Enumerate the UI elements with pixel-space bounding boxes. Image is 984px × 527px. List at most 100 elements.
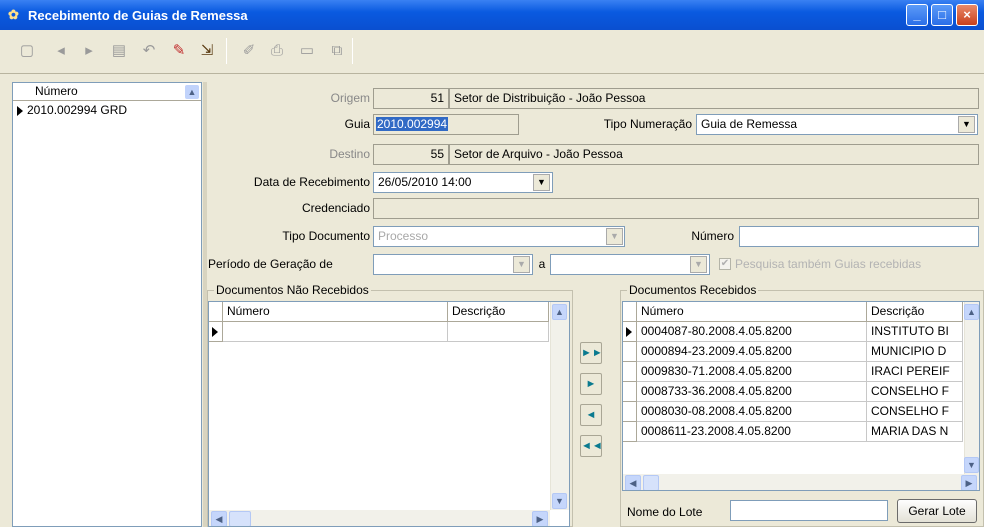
table-cell[interactable]: MUNICIPIO D: [867, 342, 963, 362]
row-indicator: [623, 342, 637, 362]
table-cell[interactable]: 0004087-80.2008.4.05.8200: [637, 322, 867, 342]
destino-label: Destino: [329, 147, 370, 161]
pesquisa-checkbox[interactable]: ✔: [719, 258, 731, 270]
table-cell[interactable]: CONSELHO F: [867, 402, 963, 422]
form-icon[interactable]: ▢: [16, 40, 38, 62]
scroll-thumb[interactable]: [643, 475, 659, 490]
scroll-up-icon[interactable]: ▲: [964, 304, 979, 320]
minimize-button[interactable]: _: [906, 4, 928, 26]
save-icon[interactable]: ▤: [108, 40, 130, 62]
current-row-icon: [17, 105, 23, 116]
clear-icon[interactable]: ✎: [168, 40, 190, 62]
table-cell[interactable]: 0000894-23.2009.4.05.8200: [637, 342, 867, 362]
table-cell[interactable]: CONSELHO F: [867, 382, 963, 402]
chevron-down-icon[interactable]: ▼: [690, 256, 707, 273]
nao-recebidos-grid[interactable]: Número Descrição ▲ ▼ ◀ ▶: [208, 301, 570, 527]
nome-lote-field[interactable]: [730, 500, 888, 521]
periodo-end-field[interactable]: [550, 254, 710, 275]
chevron-down-icon[interactable]: ▼: [533, 174, 550, 191]
vertical-scrollbar[interactable]: [964, 302, 979, 474]
preview-icon[interactable]: ▭: [296, 40, 318, 62]
guide-list-item-label: 2010.002994 GRD: [27, 103, 128, 117]
recebidos-title: Documentos Recebidos: [627, 283, 759, 297]
periodo-start-field[interactable]: [373, 254, 533, 275]
prev-icon[interactable]: ◂: [50, 40, 72, 62]
scroll-right-icon[interactable]: ▶: [961, 475, 977, 490]
current-row-icon: [623, 322, 637, 342]
guide-list[interactable]: Número ▲ 2010.002994 GRD: [12, 82, 202, 527]
row-indicator: [623, 422, 637, 442]
recebidos-grid[interactable]: Número Descrição 0004087-80.2008.4.05.82…: [622, 301, 980, 491]
guide-list-header[interactable]: Número: [13, 83, 201, 101]
toolbar-separator: [352, 38, 353, 64]
scroll-thumb[interactable]: [229, 511, 251, 526]
destino-name-field[interactable]: Setor de Arquivo - João Pessoa: [449, 144, 979, 165]
window-title: Recebimento de Guias de Remessa: [28, 7, 248, 23]
copy-icon[interactable]: ⧉: [326, 40, 348, 62]
origem-code-field[interactable]: 51: [373, 88, 449, 109]
table-cell[interactable]: 0009830-71.2008.4.05.8200: [637, 362, 867, 382]
row-indicator: [623, 362, 637, 382]
table-cell[interactable]: [223, 322, 448, 342]
recebidos-col-descricao[interactable]: Descrição: [867, 302, 963, 322]
app-icon: ✿: [8, 7, 19, 22]
nome-lote-label: Nome do Lote: [627, 505, 703, 519]
destino-code-field[interactable]: 55: [373, 144, 449, 165]
guia-field[interactable]: 2010.002994: [373, 114, 519, 135]
origem-label: Origem: [330, 91, 370, 105]
chevron-down-icon[interactable]: ▼: [606, 228, 623, 245]
maximize-button[interactable]: □: [931, 4, 953, 26]
scroll-left-icon[interactable]: ◀: [625, 475, 641, 490]
vertical-scrollbar[interactable]: [550, 302, 569, 510]
nao-recebidos-col-descricao[interactable]: Descrição: [448, 302, 549, 322]
data-recebimento-field[interactable]: 26/05/2010 14:00: [373, 172, 553, 193]
table-cell[interactable]: 0008733-36.2008.4.05.8200: [637, 382, 867, 402]
chevron-down-icon[interactable]: ▼: [958, 116, 975, 133]
horizontal-scrollbar[interactable]: [623, 474, 979, 490]
title-bar: ✿ Recebimento de Guias de Remessa: [0, 0, 984, 30]
close-button[interactable]: ×: [956, 4, 978, 26]
current-row-icon: [209, 322, 223, 342]
tipo-documento-select[interactable]: Processo: [373, 226, 625, 247]
scroll-up-icon[interactable]: ▲: [185, 85, 199, 99]
undo-icon[interactable]: ↶: [138, 40, 160, 62]
table-cell[interactable]: MARIA DAS N: [867, 422, 963, 442]
numero-field[interactable]: [739, 226, 979, 247]
gerar-lote-button[interactable]: Gerar Lote: [897, 499, 977, 523]
table-cell[interactable]: 0008030-08.2008.4.05.8200: [637, 402, 867, 422]
move-left-button[interactable]: ◄: [580, 404, 602, 426]
nao-recebidos-col-numero[interactable]: Número: [223, 302, 448, 322]
credenciado-field[interactable]: [373, 198, 979, 219]
move-right-button[interactable]: ►: [580, 373, 602, 395]
exit-icon[interactable]: ⇲: [196, 40, 218, 62]
table-cell[interactable]: IRACI PEREIF: [867, 362, 963, 382]
nao-recebidos-title: Documentos Não Recebidos: [214, 283, 371, 297]
tipo-documento-label: Tipo Documento: [282, 229, 370, 243]
periodo-a-label: a: [538, 257, 546, 271]
header-indicator: [623, 302, 637, 322]
row-indicator: [623, 382, 637, 402]
origem-name-field[interactable]: Setor de Distribuição - João Pessoa: [449, 88, 979, 109]
move-all-left-button[interactable]: ◄◄: [580, 435, 603, 457]
table-cell[interactable]: 0008611-23.2008.4.05.8200: [637, 422, 867, 442]
data-recebimento-label: Data de Recebimento: [253, 175, 370, 189]
scroll-down-icon[interactable]: ▼: [964, 457, 979, 473]
tipo-numeracao-select[interactable]: Guia de Remessa: [696, 114, 978, 135]
scroll-down-icon[interactable]: ▼: [552, 493, 567, 509]
periodo-label: Período de Geração de: [208, 257, 333, 271]
horizontal-scrollbar[interactable]: [209, 510, 550, 526]
scroll-left-icon[interactable]: ◀: [211, 511, 227, 526]
chevron-down-icon[interactable]: ▼: [513, 256, 530, 273]
guia-value: 2010.002994: [376, 117, 449, 131]
move-all-right-button[interactable]: ►►: [580, 342, 603, 364]
table-cell[interactable]: [448, 322, 549, 342]
scroll-right-icon[interactable]: ▶: [532, 511, 548, 526]
recebidos-col-numero[interactable]: Número: [637, 302, 867, 322]
print-icon[interactable]: ⎙: [266, 40, 288, 62]
guide-list-item[interactable]: 2010.002994 GRD: [13, 101, 201, 119]
edit-icon[interactable]: ✐: [238, 40, 260, 62]
guia-label: Guia: [344, 117, 370, 131]
next-icon[interactable]: ▸: [78, 40, 100, 62]
table-cell[interactable]: INSTITUTO BI: [867, 322, 963, 342]
scroll-up-icon[interactable]: ▲: [552, 304, 567, 320]
